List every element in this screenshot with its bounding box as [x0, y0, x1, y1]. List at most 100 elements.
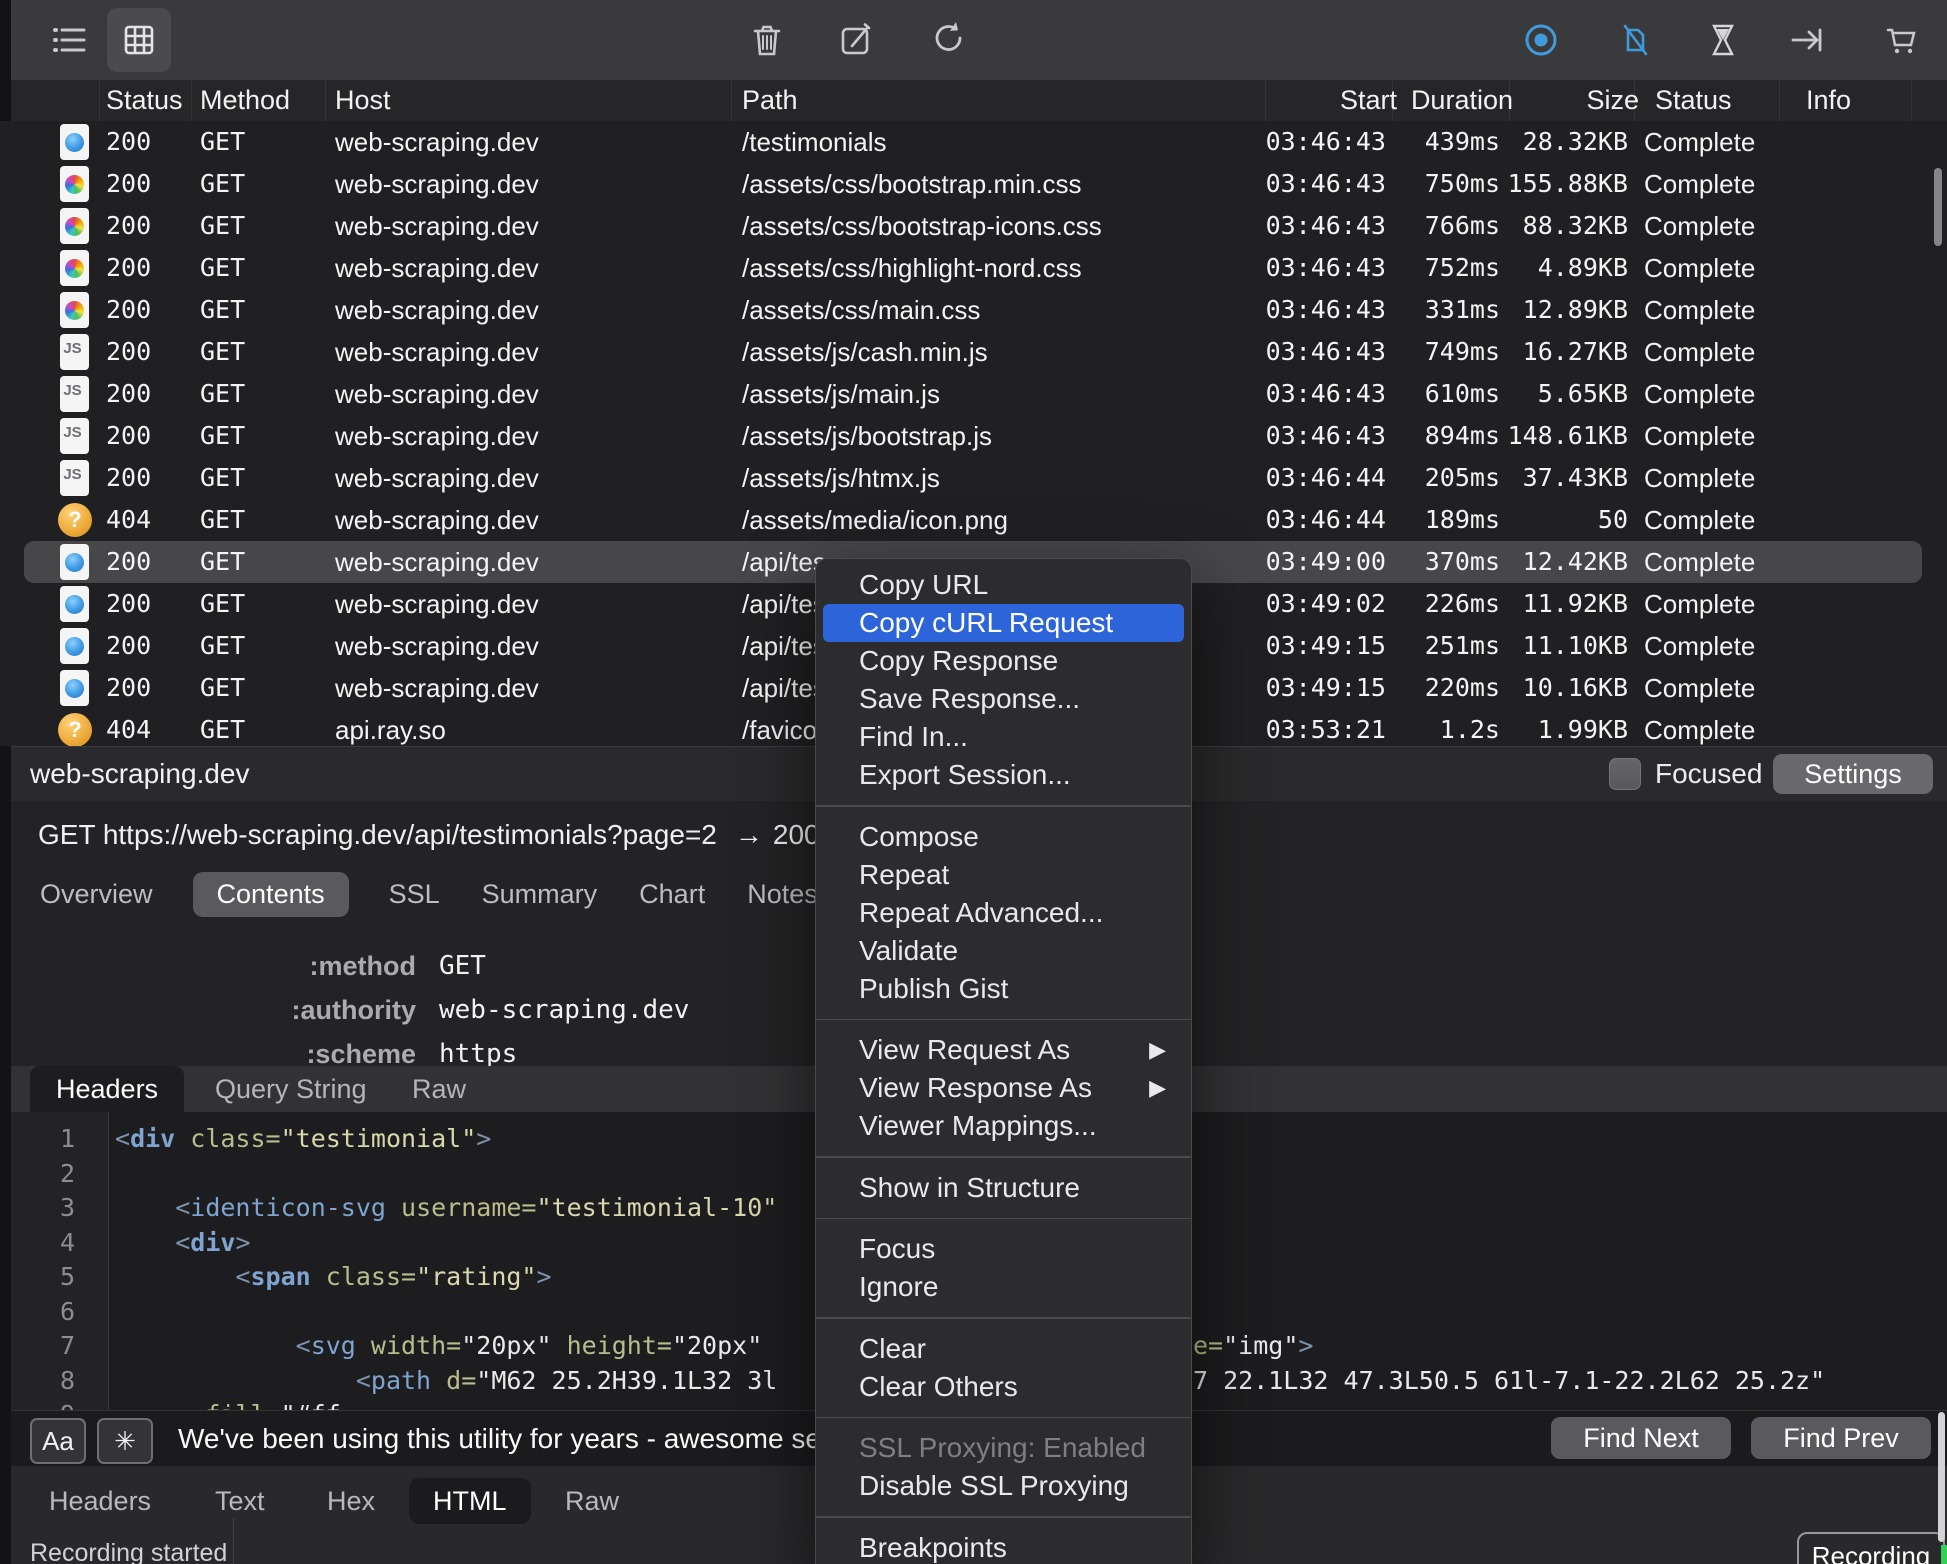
table-row[interactable]: JS 200 GET web-scraping.dev/assets/js/htmx.… — [0, 457, 1947, 499]
cell-host: web-scraping.dev — [335, 169, 539, 199]
menu-item-clear-others[interactable]: Clear Others — [823, 1368, 1184, 1406]
cart-icon[interactable] — [1869, 8, 1933, 72]
cell-state: Complete — [1644, 211, 1756, 241]
table-row[interactable]: JS 200 GET web-scraping.dev/assets/js/cash.… — [0, 331, 1947, 373]
tab-summary[interactable]: Summary — [480, 872, 600, 917]
menu-item-view-request-as[interactable]: View Request As ▶ — [823, 1031, 1184, 1069]
question-file-icon: ? — [58, 711, 92, 746]
menu-item-viewer-mappings[interactable]: Viewer Mappings... — [823, 1107, 1184, 1145]
menu-item-compose[interactable]: Compose — [823, 818, 1184, 856]
col-start[interactable]: Start — [1217, 80, 1397, 121]
trash-icon[interactable] — [735, 8, 799, 72]
cell-state: Complete — [1644, 715, 1756, 745]
menu-item-validate[interactable]: Validate — [823, 932, 1184, 970]
menu-separator — [816, 805, 1191, 807]
col-status2[interactable]: Status — [1655, 80, 1732, 121]
request-url: GET https://web-scraping.dev/api/testimo… — [38, 819, 717, 850]
menu-item-breakpoints[interactable]: Breakpoints — [823, 1529, 1184, 1564]
settings-button[interactable]: Settings — [1773, 754, 1933, 794]
cell-start: 03:49:00 — [1265, 547, 1386, 576]
table-row[interactable]: 200 GET web-scraping.dev/assets/css/bootst… — [0, 205, 1947, 247]
col-size[interactable]: Size — [1489, 80, 1639, 121]
tab-contents[interactable]: Contents — [192, 871, 349, 917]
viewer-tab-raw[interactable]: Raw — [541, 1478, 643, 1524]
cell-path: /assets/js/htmx.js — [742, 463, 940, 493]
recording-button[interactable]: Recording — [1797, 1532, 1945, 1564]
col-path[interactable]: Path — [742, 80, 798, 121]
menu-item-export-session[interactable]: Export Session... — [823, 756, 1184, 794]
tab-notes[interactable]: Notes — [745, 872, 820, 917]
table-scrollbar[interactable] — [1934, 168, 1942, 246]
table-row[interactable]: 200 GET web-scraping.dev/assets/css/bootst… — [0, 163, 1947, 205]
cell-status: 404 — [106, 505, 152, 534]
tab-chart[interactable]: Chart — [637, 872, 707, 917]
table-view-icon[interactable] — [107, 8, 171, 72]
cell-size: 148.61KB — [1507, 421, 1628, 450]
table-row[interactable]: 200 GET web-scraping.dev/assets/css/main.c… — [0, 289, 1947, 331]
menu-item-view-response-as[interactable]: View Response As ▶ — [823, 1069, 1184, 1107]
tab-overview[interactable]: Overview — [38, 872, 155, 917]
hourglass-icon[interactable] — [1691, 8, 1755, 72]
menu-item-ssl-proxying-enabled: SSL Proxying: Enabled — [859, 1432, 1146, 1463]
focused-checkbox[interactable] — [1609, 758, 1641, 790]
menu-item-ignore[interactable]: Ignore — [823, 1268, 1184, 1306]
col-info[interactable]: Info — [1806, 80, 1851, 121]
list-view-icon[interactable] — [38, 8, 102, 72]
cell-state: Complete — [1644, 631, 1756, 661]
ssl-slash-icon[interactable] — [1603, 8, 1667, 72]
cell-start: 03:46:43 — [1265, 169, 1386, 198]
menu-item-repeat[interactable]: Repeat — [823, 856, 1184, 894]
menu-item-save-response[interactable]: Save Response... — [823, 680, 1184, 718]
menu-item-clear[interactable]: Clear — [823, 1330, 1184, 1368]
subtab-headers[interactable]: Headers — [30, 1066, 185, 1112]
viewer-tab-text[interactable]: Text — [191, 1478, 289, 1524]
viewer-tab-hex[interactable]: Hex — [303, 1478, 399, 1524]
regex-button[interactable]: ✳ — [97, 1418, 153, 1464]
col-host[interactable]: Host — [335, 80, 391, 121]
image-file-icon — [58, 165, 92, 203]
search-query-text[interactable]: We've been using this utility for years … — [178, 1411, 830, 1467]
bottom-scrollbar[interactable] — [1938, 1412, 1945, 1542]
cell-start: 03:49:15 — [1265, 631, 1386, 660]
jump-to-end-icon[interactable] — [1775, 8, 1839, 72]
subtab-raw[interactable]: Raw — [386, 1066, 492, 1112]
viewer-tab-headers[interactable]: Headers — [25, 1478, 175, 1524]
menu-item-find-in[interactable]: Find In... — [823, 718, 1184, 756]
cell-host: web-scraping.dev — [335, 337, 539, 367]
match-case-button[interactable]: Aa — [30, 1418, 86, 1464]
menu-item-focus[interactable]: Focus — [823, 1230, 1184, 1268]
menu-item-disable-ssl-proxying[interactable]: Disable SSL Proxying — [823, 1467, 1184, 1505]
cell-host: web-scraping.dev — [335, 127, 539, 157]
table-row[interactable]: ? 404 GET web-scraping.dev/assets/media/ico… — [0, 499, 1947, 541]
cell-size: 88.32KB — [1522, 211, 1628, 240]
menu-item-publish-gist[interactable]: Publish Gist — [823, 970, 1184, 1008]
menu-item-show-in-structure[interactable]: Show in Structure — [823, 1169, 1184, 1207]
status-message: Recording started — [30, 1539, 228, 1564]
cell-state: Complete — [1644, 253, 1756, 283]
table-row[interactable]: JS 200 GET web-scraping.dev/assets/js/boots… — [0, 415, 1947, 457]
col-status[interactable]: Status — [106, 80, 183, 121]
code-line-fragment: e="img"> — [1193, 1331, 1314, 1360]
js-file-icon: JS — [58, 417, 92, 455]
cell-state: Complete — [1644, 421, 1756, 451]
menu-item-copy-response[interactable]: Copy Response — [823, 642, 1184, 680]
cell-status: 200 — [106, 421, 152, 450]
col-method[interactable]: Method — [200, 80, 290, 121]
cell-size: 5.65KB — [1537, 379, 1628, 408]
find-prev-button[interactable]: Find Prev — [1751, 1417, 1931, 1459]
tab-ssl[interactable]: SSL — [387, 872, 442, 917]
viewer-tab-html[interactable]: HTML — [409, 1478, 531, 1524]
find-next-button[interactable]: Find Next — [1551, 1417, 1731, 1459]
menu-item-copy-url[interactable]: Copy URL — [823, 566, 1184, 604]
cell-status: 200 — [106, 211, 152, 240]
table-row[interactable]: JS 200 GET web-scraping.dev/assets/js/main.… — [0, 373, 1947, 415]
table-row[interactable]: 200 GET web-scraping.dev/assets/css/highli… — [0, 247, 1947, 289]
refresh-icon[interactable] — [917, 8, 981, 72]
compose-icon[interactable] — [824, 8, 888, 72]
subtab-query-string[interactable]: Query String — [189, 1066, 393, 1112]
record-icon[interactable] — [1509, 8, 1573, 72]
cell-size: 11.92KB — [1522, 589, 1628, 618]
menu-item-copy-curl-request[interactable]: Copy cURL Request — [823, 604, 1184, 642]
menu-item-repeat-advanced[interactable]: Repeat Advanced... — [823, 894, 1184, 932]
table-row[interactable]: 200 GET web-scraping.dev/testimonials 03:46… — [0, 121, 1947, 163]
